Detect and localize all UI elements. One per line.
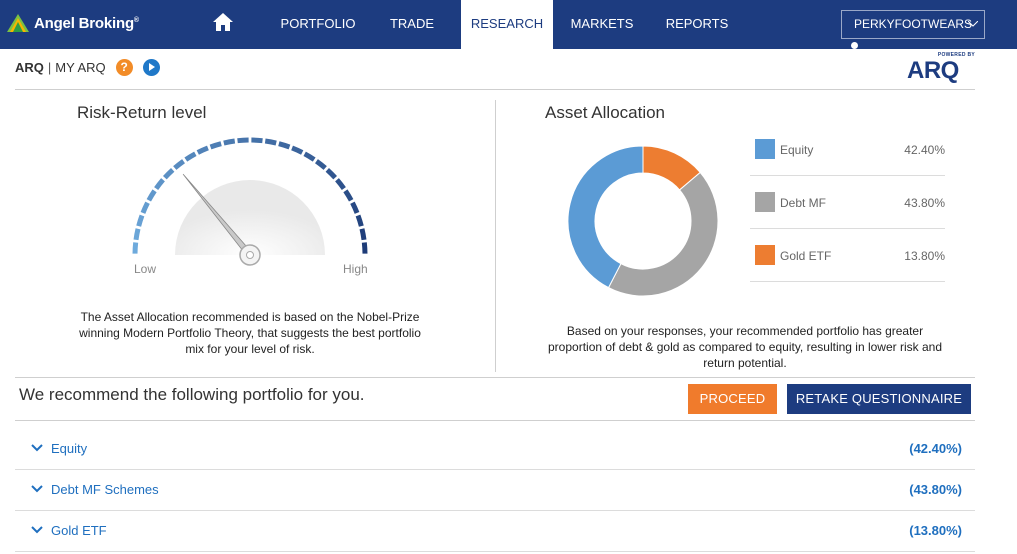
gauge-segment [359,228,367,241]
divider [15,89,975,90]
breadcrumb-my-arq[interactable]: MY ARQ [55,60,105,75]
gauge-segment [173,159,186,170]
recommendation-title: We recommend the following portfolio for… [19,385,365,404]
accordion-label: Equity [51,441,88,456]
accordion-row-gold[interactable]: Gold ETF (13.80%) [15,511,975,552]
brand-logo[interactable]: Angel Broking® [6,8,139,38]
gauge-low-label: Low [134,262,157,276]
asset-allocation-title: Asset Allocation [545,103,666,122]
gauge-hub-center [246,251,254,259]
donut-slice-debt [607,171,719,297]
gauge-segment [303,151,316,162]
donut-slice-equity [567,145,644,289]
panel-divider [495,100,496,372]
gauge-segment [136,214,145,227]
risk-gauge [132,137,368,266]
gauge-segment [223,138,236,146]
divider [15,377,975,378]
accordion-label: Debt MF Schemes [51,482,159,497]
breadcrumb: ARQ | MY ARQ ? [15,59,160,76]
gauge-segment [278,141,291,150]
accordion-value: (42.40%) [909,441,962,456]
nav-markets[interactable]: MARKETS [564,0,640,49]
gauge-segment [350,201,360,214]
gauge-segment [343,189,354,202]
risk-return-title: Risk-Return level [77,103,207,122]
retake-questionnaire-button[interactable]: RETAKE QUESTIONNAIRE [787,384,971,414]
legend-item: Equity 42.40% [750,123,945,176]
legend-value: 43.80% [904,196,945,210]
legend-value: 13.80% [904,249,945,263]
arq-logo-text: ARQ [907,57,959,84]
arq-logo: POWERED BY ARQ [905,52,975,84]
gauge-segment [264,138,277,146]
gauge-segment [196,145,209,155]
top-navbar: Angel Broking® PORTFOLIO TRADE RESEARCH … [0,0,1017,49]
gauge-high-label: High [343,262,368,276]
breadcrumb-separator: | [47,60,52,75]
gauge-segment [355,214,364,227]
gauge-segment [184,151,197,162]
nav-reports[interactable]: REPORTS [660,0,734,49]
allocation-legend: Equity 42.40% Debt MF 43.80% Gold ETF 13… [750,123,945,282]
user-name: PERKYFOOTWEARS [854,17,973,31]
accordion-row-debt[interactable]: Debt MF Schemes (43.80%) [15,470,975,511]
gauge-segment [146,189,157,202]
gauge-segment [133,228,141,241]
proceed-button[interactable]: PROCEED [688,384,777,414]
gauge-segment [209,141,222,150]
divider [15,420,975,421]
legend-item: Debt MF 43.80% [750,176,945,229]
gauge-segment [237,137,249,144]
legend-label: Gold ETF [780,249,832,263]
user-account-dropdown[interactable]: PERKYFOOTWEARS [841,10,985,39]
help-icon[interactable]: ? [115,59,133,76]
accordion-row-equity[interactable]: Equity (42.40%) [15,429,975,470]
legend-label: Equity [780,143,814,157]
gauge-segment [140,201,150,214]
legend-value: 42.40% [904,143,945,157]
legend-label: Debt MF [780,196,827,210]
angel-logo-icon [7,14,29,32]
play-icon[interactable] [142,59,160,76]
gauge-segment [154,178,165,191]
nav-portfolio[interactable]: PORTFOLIO [272,0,364,49]
accordion-label: Gold ETF [51,523,107,538]
legend-swatch-debt [755,192,775,212]
chevron-down-icon [31,526,43,534]
breadcrumb-arq[interactable]: ARQ [15,60,44,75]
allocation-description: Based on your responses, your recommende… [548,324,942,370]
gauge-segment [132,242,139,254]
home-icon[interactable] [212,12,234,32]
gauge-segment [361,242,368,254]
chevron-down-icon [31,444,43,452]
gauge-segment [162,167,175,180]
gauge-segment [251,137,263,144]
gauge-segment [325,167,338,180]
legend-item: Gold ETF 13.80% [750,229,945,282]
chevron-down-icon [31,485,43,493]
legend-swatch-equity [755,139,775,159]
accordion-value: (13.80%) [909,523,962,538]
gauge-segment [335,178,346,191]
risk-description: The Asset Allocation recommended is base… [79,310,421,356]
gauge-segment [291,145,304,155]
asset-allocation-donut [567,145,719,297]
accordion-value: (43.80%) [909,482,962,497]
nav-trade[interactable]: TRADE [380,0,444,49]
gauge-segment [314,159,327,170]
nav-research[interactable]: RESEARCH [461,0,553,49]
notification-dot [851,42,858,49]
chevron-down-icon [968,21,978,27]
legend-swatch-gold [755,245,775,265]
brand-name: Angel Broking® [34,14,139,32]
